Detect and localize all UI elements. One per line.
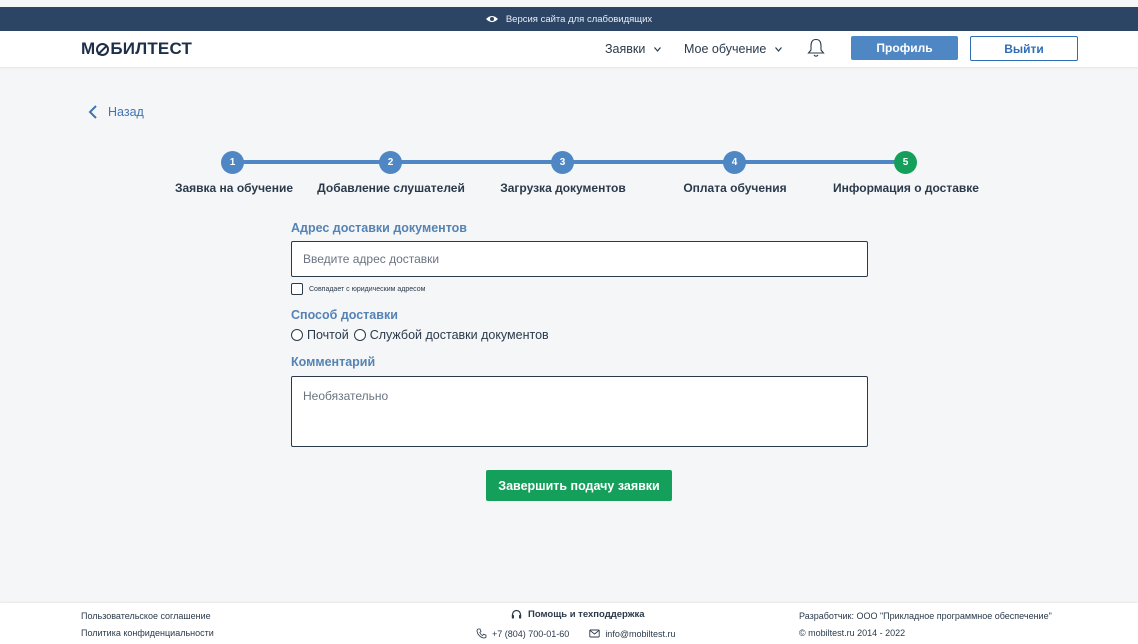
user-agreement-link[interactable]: Пользовательское соглашение xyxy=(81,611,211,621)
comment-field[interactable] xyxy=(291,376,868,447)
support-email[interactable]: info@mobiltest.ru xyxy=(605,629,675,639)
delivery-option-courier[interactable]: Службой доставки документов xyxy=(353,328,549,342)
chevron-down-icon xyxy=(775,46,783,52)
nav-applications[interactable]: Заявки xyxy=(605,42,662,56)
delivery-option-courier-label: Службой доставки документов xyxy=(369,328,549,342)
address-label: Адрес доставки документов xyxy=(291,221,467,235)
nav-applications-label: Заявки xyxy=(605,42,646,56)
back-label: Назад xyxy=(108,105,144,119)
step-5-circle[interactable]: 5 xyxy=(894,151,917,174)
chevron-left-icon xyxy=(88,105,97,119)
comment-label: Комментарий xyxy=(291,355,376,369)
accessibility-label: Версия сайта для слабовидящих xyxy=(505,13,653,25)
nav-my-learning-label: Мое обучение xyxy=(684,42,767,56)
logo-text-start: М xyxy=(81,39,96,58)
back-link[interactable]: Назад xyxy=(88,105,144,119)
delivery-option-post[interactable]: Почтой xyxy=(291,328,349,342)
chevron-down-icon xyxy=(654,46,662,52)
bell-icon[interactable] xyxy=(807,38,825,58)
support-phone[interactable]: +7 (804) 700-01-60 xyxy=(492,629,569,639)
step-3-label: Загрузка документов xyxy=(500,181,626,195)
radio-post[interactable] xyxy=(291,329,303,341)
nav-my-learning[interactable]: Мое обучение xyxy=(684,42,783,56)
step-1-label: Заявка на обучение xyxy=(174,181,294,195)
same-as-legal-checkbox[interactable] xyxy=(291,283,303,295)
support-heading: Помощь и техподдержка xyxy=(511,609,645,620)
step-5-label: Информация о доставке xyxy=(833,181,979,195)
support-heading-label: Помощь и техподдержка xyxy=(528,609,645,620)
site-footer: Пользовательское соглашение Политика кон… xyxy=(0,603,1138,644)
delivery-method-label: Способ доставки xyxy=(291,308,398,322)
headset-icon xyxy=(511,609,522,619)
same-as-legal-row[interactable]: Совпадает с юридическим адресом xyxy=(291,283,425,295)
logo[interactable]: М БИЛТЕСТ xyxy=(81,39,192,59)
step-2-circle[interactable]: 2 xyxy=(379,151,402,174)
step-1-circle[interactable]: 1 xyxy=(221,151,244,174)
mail-icon xyxy=(589,629,600,638)
step-2-label: Добавление слушателей xyxy=(317,181,465,195)
delivery-method-group: Почтой Службой доставки документов xyxy=(291,328,554,342)
accessibility-bar[interactable]: Версия сайта для слабовидящих xyxy=(0,7,1138,31)
delivery-option-post-label: Почтой xyxy=(307,328,349,342)
eye-icon xyxy=(485,15,498,23)
step-4-label: Оплата обучения xyxy=(683,181,787,195)
copyright: © mobiltest.ru 2014 - 2022 xyxy=(799,628,906,638)
phone-icon xyxy=(476,628,487,639)
step-4-circle[interactable]: 4 xyxy=(723,151,746,174)
profile-button[interactable]: Профиль xyxy=(851,36,958,60)
logo-text-end: БИЛТЕСТ xyxy=(110,39,193,58)
submit-application-button[interactable]: Завершить подачу заявки xyxy=(486,470,672,501)
privacy-policy-link[interactable]: Политика конфиденциальности xyxy=(81,628,214,638)
radio-courier[interactable] xyxy=(353,329,366,341)
site-header: М БИЛТЕСТ Заявки Мое обучение Профиль Вы… xyxy=(0,31,1138,67)
same-as-legal-label: Совпадает с юридическим адресом xyxy=(309,285,426,293)
logout-button[interactable]: Выйти xyxy=(970,36,1078,61)
developer-info: Разработчик: ООО "Прикладное программное… xyxy=(799,611,1052,621)
step-3-circle[interactable]: 3 xyxy=(551,151,574,174)
support-contacts: +7 (804) 700-01-60 info@mobiltest.ru xyxy=(476,628,675,639)
logo-mark xyxy=(96,42,110,56)
address-input[interactable] xyxy=(291,241,868,277)
